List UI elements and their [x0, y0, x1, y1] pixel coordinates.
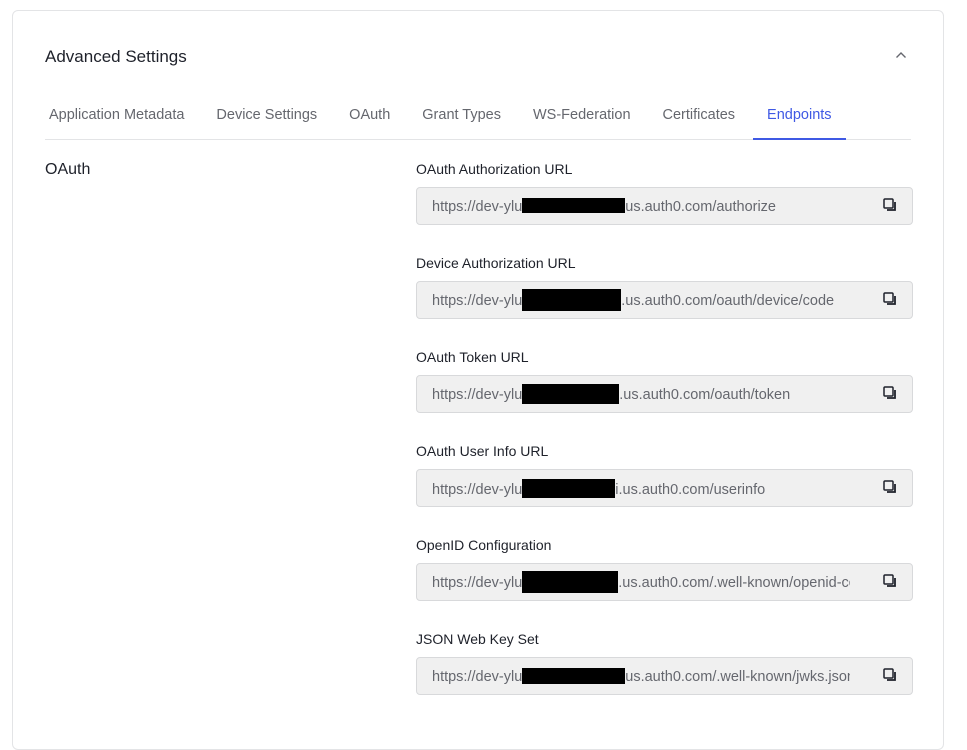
url-suffix: .us.auth0.com/oauth/device/code [621, 293, 835, 309]
url-suffix: us.auth0.com/.well-known/jwks.json [625, 668, 850, 685]
copy-icon [883, 668, 896, 681]
redacted-block [522, 667, 626, 684]
url-prefix: https://dev-ylu [432, 293, 523, 309]
field-label: OAuth Token URL [416, 349, 529, 365]
url-prefix: https://dev-ylu [432, 387, 523, 403]
url-prefix: https://dev-ylu [432, 575, 523, 591]
oauth-user-info-url-input[interactable]: https://dev-ylu i.us.auth0.com/userinfo [416, 469, 913, 507]
oauth-group-title: OAuth [45, 161, 91, 178]
field-openid-configuration: OpenID Configuration https://dev-ylu .us.… [416, 535, 913, 629]
input-value: https://dev-ylu .us.auth0.com/oauth/token [432, 384, 850, 404]
field-oauth-authorization-url: OAuth Authorization URL https://dev-ylu u… [416, 159, 913, 253]
redacted-block [522, 197, 626, 213]
tab-grant-types[interactable]: Grant Types [406, 101, 517, 139]
url-prefix: https://dev-ylu [432, 668, 523, 685]
redacted-block [522, 571, 619, 593]
url-suffix: .us.auth0.com/.well-known/openid-configu… [618, 575, 850, 591]
copy-icon [883, 386, 896, 399]
field-json-web-key-set: JSON Web Key Set https://dev-ylu us.auth0… [416, 629, 913, 723]
json-web-key-set-input[interactable]: https://dev-ylu us.auth0.com/.well-known/… [416, 657, 913, 695]
field-label: OAuth User Info URL [416, 443, 549, 459]
url-suffix: i.us.auth0.com/userinfo [615, 481, 766, 498]
copy-button[interactable] [882, 573, 902, 593]
openid-configuration-input[interactable]: https://dev-ylu .us.auth0.com/.well-known… [416, 563, 913, 601]
copy-button[interactable] [882, 479, 902, 499]
url-suffix: .us.auth0.com/oauth/token [619, 387, 791, 403]
copy-button[interactable] [882, 385, 902, 405]
input-value: https://dev-ylu .us.auth0.com/oauth/devic… [432, 289, 850, 311]
tab-application-metadata[interactable]: Application Metadata [45, 101, 200, 139]
copy-icon [883, 292, 896, 305]
copy-icon [883, 574, 896, 587]
section-title: Advanced Settings [45, 47, 187, 66]
redacted-block [522, 289, 622, 311]
input-value: https://dev-ylu us.auth0.com/authorize [432, 197, 850, 215]
redacted-block [522, 384, 620, 404]
tab-ws-federation[interactable]: WS-Federation [517, 101, 647, 139]
copy-button[interactable] [882, 667, 902, 687]
copy-icon [883, 198, 896, 211]
collapse-button[interactable] [891, 47, 911, 67]
copy-icon [883, 480, 896, 493]
field-label: JSON Web Key Set [416, 631, 539, 647]
tab-oauth[interactable]: OAuth [333, 101, 406, 139]
redacted-block [522, 478, 616, 498]
field-label: OAuth Authorization URL [416, 161, 573, 177]
section-header: Advanced Settings [45, 47, 911, 87]
field-device-authorization-url: Device Authorization URL https://dev-ylu… [416, 253, 913, 347]
settings-tabs: Application Metadata Device Settings OAu… [45, 101, 911, 140]
input-value: https://dev-ylu i.us.auth0.com/userinfo [432, 478, 850, 498]
url-prefix: https://dev-ylu [432, 198, 523, 215]
oauth-authorization-url-input[interactable]: https://dev-ylu us.auth0.com/authorize [416, 187, 913, 225]
tab-endpoints[interactable]: Endpoints [751, 101, 848, 140]
tab-device-settings[interactable]: Device Settings [200, 101, 333, 139]
url-suffix: us.auth0.com/authorize [625, 198, 776, 215]
endpoint-fields: OAuth Authorization URL https://dev-ylu u… [416, 159, 913, 723]
field-label: Device Authorization URL [416, 255, 576, 271]
oauth-token-url-input[interactable]: https://dev-ylu .us.auth0.com/oauth/token [416, 375, 913, 413]
input-value: https://dev-ylu .us.auth0.com/.well-known… [432, 571, 850, 593]
tab-certificates[interactable]: Certificates [647, 101, 752, 139]
advanced-settings-card: Advanced Settings Application Metadata D… [12, 10, 944, 750]
url-prefix: https://dev-ylu [432, 481, 523, 498]
input-value: https://dev-ylu us.auth0.com/.well-known/… [432, 667, 850, 685]
field-label: OpenID Configuration [416, 537, 552, 553]
copy-button[interactable] [882, 291, 902, 311]
chevron-up-icon [896, 52, 906, 58]
copy-button[interactable] [882, 197, 902, 217]
field-oauth-token-url: OAuth Token URL https://dev-ylu .us.auth0… [416, 347, 913, 441]
field-oauth-user-info-url: OAuth User Info URL https://dev-ylu i.us.… [416, 441, 913, 535]
device-authorization-url-input[interactable]: https://dev-ylu .us.auth0.com/oauth/devic… [416, 281, 913, 319]
